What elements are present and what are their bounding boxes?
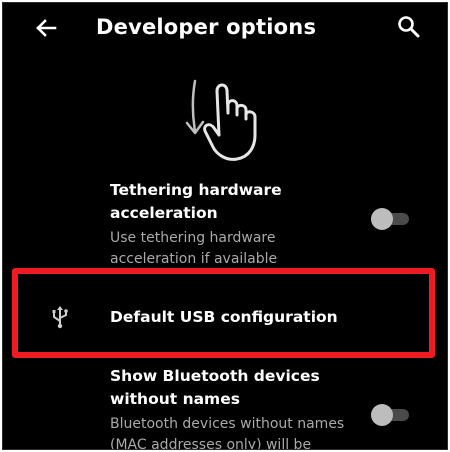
- arrow-left-icon: [36, 19, 57, 37]
- bluetooth-subtitle: Bluetooth devices without names (MAC add…: [110, 414, 345, 450]
- toggle-thumb: [371, 404, 393, 426]
- bluetooth-subtitle-line1: Bluetooth devices without names: [110, 416, 345, 432]
- tethering-subtitle-line1: Use tethering hardware: [110, 230, 276, 246]
- bluetooth-subtitle-line2: (MAC addresses only) will be: [110, 437, 312, 450]
- back-button[interactable]: [31, 13, 61, 43]
- highlight-box: [12, 268, 435, 358]
- tethering-title-line2: acceleration: [110, 204, 218, 222]
- tethering-title-line1: Tethering hardware: [110, 181, 282, 199]
- bluetooth-title-line1: Show Bluetooth devices: [110, 367, 320, 385]
- search-button[interactable]: [396, 14, 422, 40]
- search-icon: [398, 16, 420, 38]
- tethering-toggle[interactable]: [371, 207, 411, 231]
- setting-show-bluetooth-without-names[interactable]: Show Bluetooth devices without names Blu…: [110, 365, 345, 450]
- bluetooth-title-line2: without names: [110, 390, 240, 408]
- app-bar: Developer options: [3, 3, 447, 55]
- tethering-title: Tethering hardware acceleration: [110, 179, 282, 225]
- page-title: Developer options: [96, 15, 317, 39]
- bluetooth-toggle[interactable]: [371, 403, 411, 427]
- tethering-subtitle-line2: acceleration if available: [110, 251, 278, 267]
- bluetooth-title: Show Bluetooth devices without names: [110, 365, 344, 411]
- tethering-subtitle: Use tethering hardware acceleration if a…: [110, 228, 282, 270]
- swipe-down-hand-icon: [175, 73, 285, 168]
- toggle-thumb: [371, 208, 393, 230]
- setting-tethering[interactable]: Tethering hardware acceleration Use teth…: [110, 179, 282, 270]
- phone-screen: Developer options Tethering hardware acc…: [2, 2, 448, 450]
